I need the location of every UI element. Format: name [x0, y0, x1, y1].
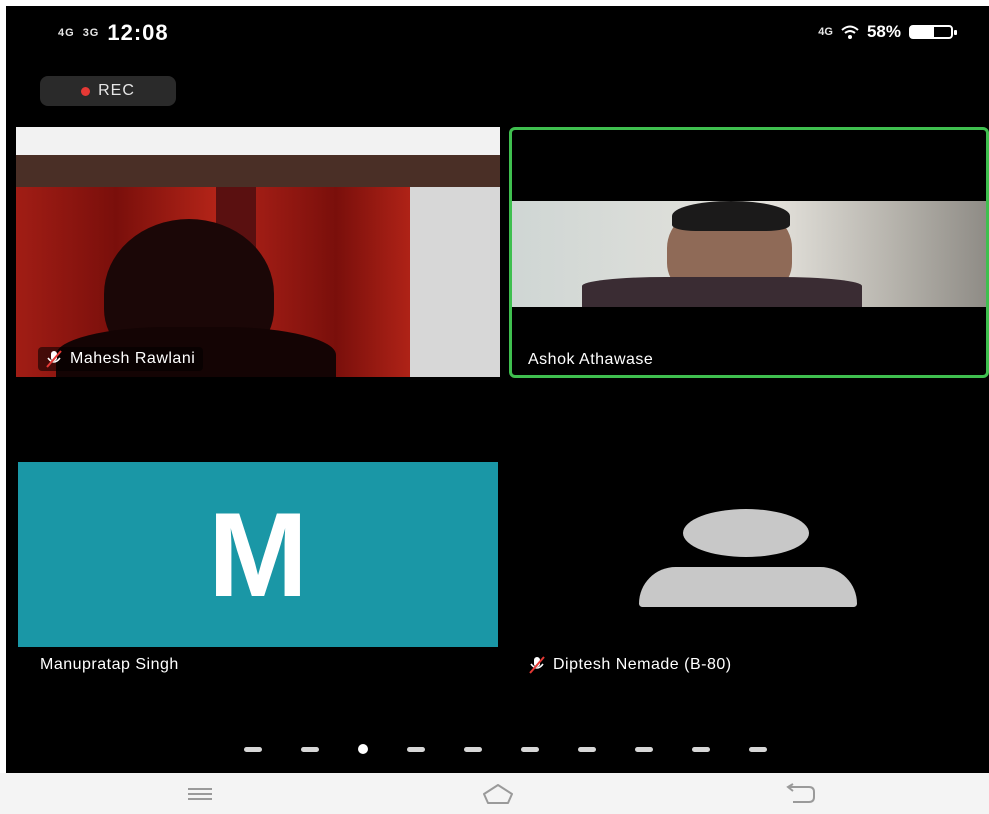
back-icon[interactable] [780, 779, 820, 809]
meeting-screen: 4G 3G 12:08 4G 58% REC Mahesh Rawlani As… [6, 6, 989, 773]
record-dot-icon [81, 86, 91, 96]
battery-percent: 58% [866, 22, 901, 41]
signal-1-indicator: 4G [58, 27, 75, 39]
signal-2-indicator: 3G [82, 27, 100, 39]
page-dot[interactable] [521, 746, 539, 752]
page-indicator[interactable] [244, 744, 767, 754]
participant-video [512, 201, 986, 307]
page-dot[interactable] [407, 746, 425, 752]
recording-label: REC [98, 82, 135, 99]
page-dot[interactable] [244, 746, 262, 752]
system-navigation-bar [0, 773, 989, 814]
status-bar-left: 4G 3G 12:08 [58, 20, 169, 46]
page-dot[interactable] [635, 746, 653, 752]
microphone-muted-icon [46, 350, 62, 368]
wifi-icon [841, 25, 859, 39]
participant-tile-1[interactable]: Mahesh Rawlani [16, 127, 500, 377]
network-indicator: 4G [818, 26, 833, 38]
participant-video-figure [672, 201, 790, 231]
page-dot[interactable] [578, 746, 596, 752]
participant-name-tag: Ashok Athawase [528, 351, 653, 369]
page-dot[interactable] [692, 746, 710, 752]
default-avatar-head-icon [683, 509, 809, 557]
participant-name-pill: Mahesh Rawlani [38, 347, 204, 371]
battery-fill [911, 27, 935, 37]
participant-name-tag: Mahesh Rawlani [38, 347, 204, 371]
participant-video-figure [582, 277, 862, 307]
participant-tile-2-active-speaker[interactable]: Ashok Athawase [509, 127, 989, 378]
page-dot[interactable] [464, 746, 482, 752]
battery-icon [909, 25, 957, 39]
clock-time: 12:08 [107, 20, 169, 45]
default-avatar-body-icon [639, 567, 857, 607]
page-dot[interactable] [301, 746, 319, 752]
video-background [410, 187, 500, 377]
recording-badge[interactable]: REC [40, 76, 176, 106]
home-icon[interactable] [478, 779, 518, 809]
video-background [16, 127, 500, 187]
participant-name: Mahesh Rawlani [70, 350, 196, 367]
menu-icon[interactable] [180, 779, 220, 809]
participant-name: Manupratap Singh [40, 656, 179, 673]
participant-tile-3[interactable]: M [18, 462, 498, 647]
page-dot[interactable] [749, 746, 767, 752]
participant-name: Ashok Athawase [528, 351, 654, 368]
microphone-muted-icon [529, 656, 545, 674]
avatar-initial: M [208, 487, 308, 622]
participant-name: Diptesh Nemade (B-80) [553, 656, 732, 673]
participant-name-tag: Diptesh Nemade (B-80) [529, 656, 732, 674]
status-bar-right: 4G 58% [818, 22, 957, 42]
page-dot-active[interactable] [358, 744, 368, 754]
participant-name-tag: Manupratap Singh [40, 656, 179, 674]
